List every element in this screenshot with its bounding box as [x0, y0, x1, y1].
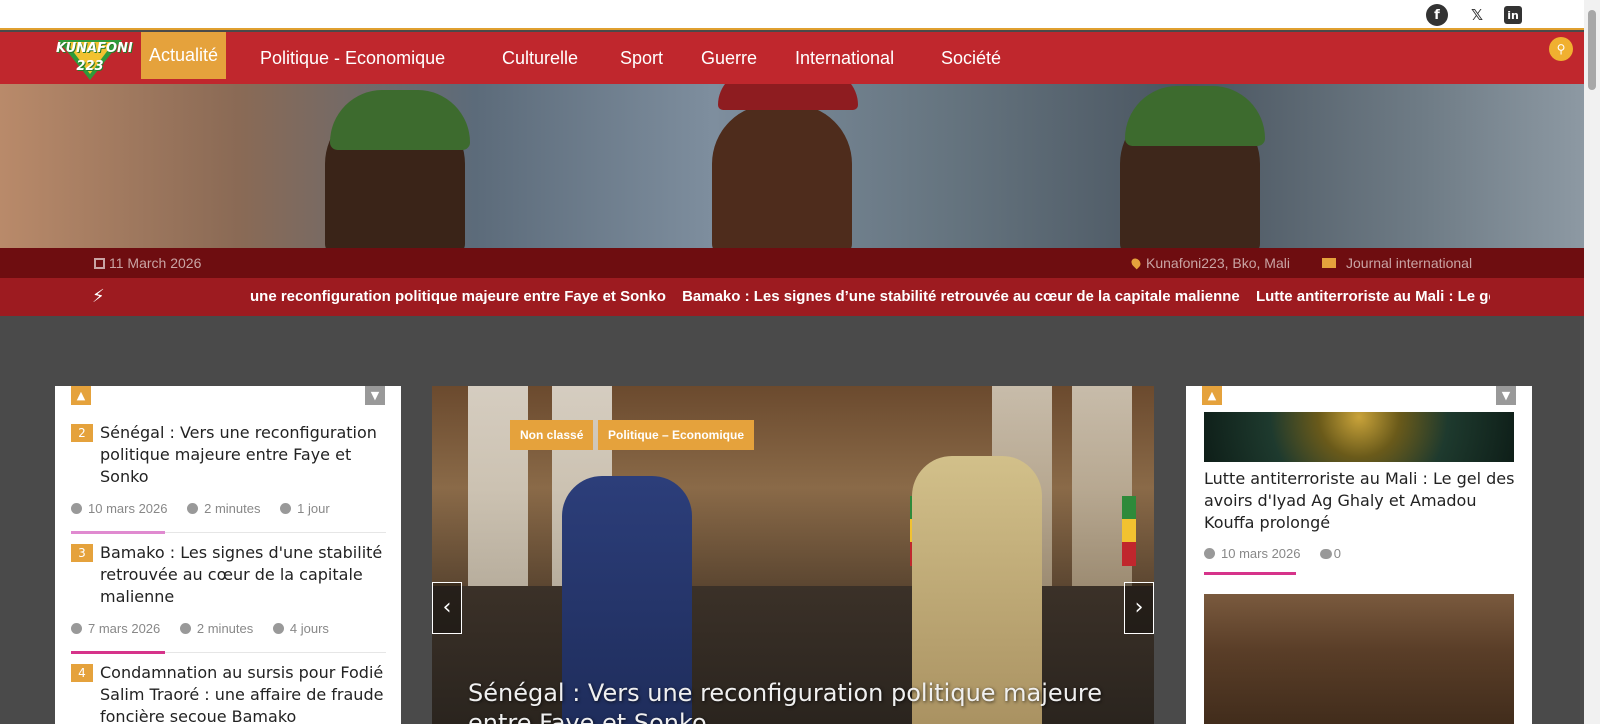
scrollbar-thumb[interactable] — [1588, 10, 1596, 90]
journal-label: Journal international — [1322, 255, 1472, 271]
featured-slider: Non classé Politique – Economique ‹ › Sé… — [432, 386, 1154, 724]
linkedin-icon[interactable]: in — [1504, 6, 1522, 24]
nav-culturelle[interactable]: Culturelle — [494, 32, 586, 84]
calendar-icon — [272, 623, 284, 634]
slide-title[interactable]: Sénégal : Vers une reconfiguration polit… — [468, 678, 1128, 724]
post-meta: 7 mars 2026 2 minutes 4 jours — [71, 621, 329, 636]
location: Kunafoni223, Bko, Mali — [1129, 255, 1290, 271]
ticker-item[interactable]: Bamako : Les signes d’une stabilité retr… — [682, 288, 1240, 305]
page-scrollbar[interactable] — [1584, 0, 1600, 724]
nav-guerre[interactable]: Guerre — [693, 32, 765, 84]
nav-politique-economique[interactable]: Politique - Economique — [252, 32, 453, 84]
ticker-track: une reconfiguration politique majeure en… — [250, 288, 1490, 308]
hero-banner — [0, 84, 1584, 248]
info-bar: 11 March 2026 Kunafoni223, Bko, Mali Jou… — [0, 248, 1584, 278]
category-tag[interactable]: Politique – Economique — [598, 420, 755, 450]
post-divider — [71, 651, 386, 654]
ticker-item[interactable]: une reconfiguration politique majeure en… — [250, 288, 666, 305]
newspaper-icon — [1322, 258, 1336, 268]
nav-international[interactable]: International — [787, 32, 902, 84]
top-posts-list: ▲ ▼ 2 Sénégal : Vers une reconfiguration… — [55, 386, 401, 724]
scroll-down-icon[interactable]: ▼ — [365, 386, 385, 405]
social-bar: f 𝕏 in — [0, 0, 1584, 30]
post-title[interactable]: Sénégal : Vers une reconfiguration polit… — [100, 422, 390, 488]
post-divider — [71, 531, 386, 534]
reading-icon — [179, 623, 191, 634]
category-tag[interactable]: Non classé — [510, 420, 594, 450]
logo-text: KUNAFONI 223 — [56, 41, 133, 74]
ticker-item[interactable]: Lutte antiterroriste au Mali : Le gel de… — [1256, 288, 1490, 305]
post-rank-badge: 3 — [71, 544, 93, 562]
hero-person-center — [712, 104, 852, 248]
post-title[interactable]: Lutte antiterroriste au Mali : Le gel de… — [1204, 468, 1522, 534]
post-title[interactable]: Condamnation au sursis pour Fodié Salim … — [100, 662, 390, 724]
post-divider-accent — [1204, 572, 1296, 575]
search-icon[interactable]: ⚲ — [1549, 37, 1573, 61]
x-twitter-icon[interactable]: 𝕏 — [1466, 4, 1488, 26]
comment-icon — [1319, 549, 1332, 559]
facebook-icon[interactable]: f — [1426, 4, 1448, 26]
clock-icon — [71, 503, 82, 514]
calendar-icon — [280, 503, 292, 514]
post-meta: 10 mars 2026 2 minutes 1 jour — [71, 501, 330, 516]
lightning-bolt-icon: ⚡ — [92, 286, 105, 307]
green-beret-right — [1125, 86, 1265, 146]
post-rank-badge: 4 — [71, 664, 93, 682]
scroll-down-icon[interactable]: ▼ — [1496, 386, 1516, 405]
breaking-news-ticker: ⚡ une reconfiguration politique majeure … — [0, 278, 1584, 316]
slide-window — [468, 386, 528, 586]
divider-accent — [71, 651, 165, 654]
clock-icon — [71, 623, 82, 634]
green-beret-left — [330, 90, 470, 150]
latest-posts-list: ▲ ▼ Lutte antiterroriste au Mali : Le ge… — [1186, 386, 1532, 724]
location-pin-icon — [1129, 256, 1143, 270]
flag-icon — [1122, 496, 1136, 566]
nav-actualite[interactable]: Actualité — [141, 32, 227, 79]
post-meta: 10 mars 2026 0 — [1204, 546, 1341, 561]
scroll-up-icon[interactable]: ▲ — [1202, 386, 1222, 405]
nav-societe[interactable]: Société — [933, 32, 1009, 84]
post-title[interactable]: Bamako : Les signes d'une stabilité retr… — [100, 542, 390, 608]
slider-next-button[interactable]: › — [1124, 582, 1154, 634]
clock-icon — [1204, 548, 1215, 559]
divider-accent — [71, 531, 165, 534]
red-beret-center — [718, 84, 858, 110]
nav-sport[interactable]: Sport — [612, 32, 671, 84]
scroll-up-icon[interactable]: ▲ — [71, 386, 91, 405]
post-thumbnail[interactable] — [1204, 594, 1514, 724]
main-navbar: KUNAFONI 223 Actualité Politique - Econo… — [0, 32, 1584, 84]
reading-icon — [187, 503, 199, 514]
post-rank-badge: 2 — [71, 424, 93, 442]
site-logo[interactable]: KUNAFONI 223 — [56, 34, 133, 82]
slider-prev-button[interactable]: ‹ — [432, 582, 462, 634]
calendar-icon — [94, 258, 105, 269]
post-thumbnail[interactable] — [1204, 412, 1514, 462]
current-date: 11 March 2026 — [94, 255, 201, 271]
